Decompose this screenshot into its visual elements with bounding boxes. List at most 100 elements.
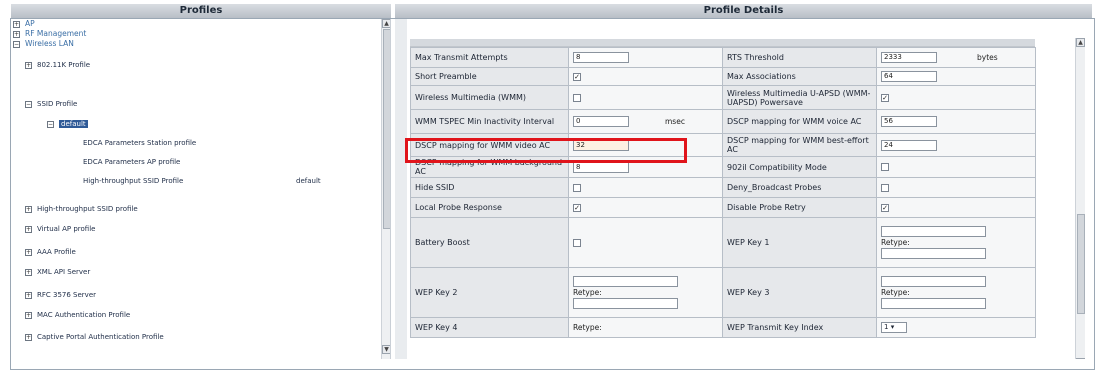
hide-ssid-label: Hide SSID (410, 177, 569, 198)
expand-icon[interactable]: + (25, 225, 32, 233)
tree-item-wireless-lan[interactable]: − Wireless LAN (13, 39, 74, 48)
expand-icon[interactable]: + (25, 205, 32, 213)
dscp-video-input[interactable]: 32 (573, 139, 629, 151)
wep-key-1-label: WEP Key 1 (722, 217, 877, 268)
compat-902il-checkbox[interactable] (881, 163, 889, 171)
tree-item-ht-ssid-profile[interactable]: + High-throughput SSID profile (25, 205, 138, 213)
tree-item-ssid-profile[interactable]: − SSID Profile (25, 100, 77, 108)
wep-key-2-retype-input[interactable] (573, 298, 678, 309)
expand-icon[interactable]: + (25, 61, 32, 69)
wmm-label: Wireless Multimedia (WMM) (410, 85, 569, 110)
tree-item-xml-api[interactable]: + XML API Server (25, 268, 90, 276)
compat-902il-label: 902il Compatibility Mode (722, 156, 877, 178)
dscp-video-label: DSCP mapping for WMM video AC (410, 133, 569, 157)
wmm-tspec-label: WMM TSPEC Min Inactivity Interval (410, 109, 569, 134)
wep-tx-index-value: 1 (884, 323, 889, 331)
tree-item-virtual-ap[interactable]: + Virtual AP profile (25, 225, 95, 233)
expand-icon[interactable]: + (13, 30, 20, 38)
rts-unit: bytes (977, 53, 998, 62)
wmm-uapsd-checkbox[interactable]: ✓ (881, 93, 889, 102)
details-scrollbar[interactable]: ▲ ▼ (1075, 38, 1085, 359)
wep-key-3-retype-label: Retype: (881, 288, 910, 297)
local-probe-checkbox[interactable]: ✓ (573, 203, 581, 212)
wep-key-3-retype-input[interactable] (881, 298, 986, 309)
wmm-tspec-input[interactable]: 0 (573, 116, 629, 127)
tree-label: Virtual AP profile (37, 225, 96, 233)
max-transmit-attempts-input[interactable]: 8 (573, 52, 629, 63)
details-gutter (395, 19, 407, 359)
wmm-checkbox[interactable] (573, 93, 581, 102)
tree-label-selected: default (59, 120, 88, 128)
tree-item-ap[interactable]: + AP (13, 19, 35, 28)
tree-item-edca-station[interactable]: EDCA Parameters Station profile (83, 139, 196, 147)
wep-key-1-retype-input[interactable] (881, 248, 986, 259)
deny-broadcast-checkbox[interactable] (881, 183, 889, 192)
tree-item-edca-ap[interactable]: EDCA Parameters AP profile (83, 158, 180, 166)
short-preamble-checkbox[interactable]: ✓ (573, 72, 581, 81)
tree-item-aaa[interactable]: + AAA Profile (25, 248, 76, 256)
tree-label: EDCA Parameters AP profile (83, 158, 181, 166)
profiles-scrollbar[interactable]: ▲ ▼ (381, 19, 390, 359)
details-table: Max Transmit Attempts 8 RTS Threshold 23… (410, 47, 1036, 338)
tree-item-ht-ssid-value: default (296, 177, 321, 185)
wep-tx-index-select[interactable]: 1 ▾ (881, 322, 907, 333)
profiles-tree: + AP + RF Management − Wireless LAN +802.11… (11, 19, 391, 359)
max-associations-input[interactable]: 64 (881, 71, 937, 82)
scroll-up-icon[interactable]: ▲ (382, 19, 390, 28)
tree-item-ht-ssid[interactable]: High-throughput SSID Profile (83, 177, 183, 185)
expand-icon[interactable]: + (25, 333, 32, 341)
tree-label: 802.11K Profile (37, 61, 91, 69)
disable-retry-checkbox[interactable]: ✓ (881, 203, 889, 212)
wep-key-2-retype-label: Retype: (573, 288, 602, 297)
collapse-icon[interactable]: − (13, 40, 20, 48)
wep-key-2-input[interactable] (573, 276, 678, 287)
tree-item-rf-management[interactable]: + RF Management (13, 29, 86, 38)
tree-label: High-throughput SSID Profile (83, 177, 184, 185)
expand-icon[interactable]: + (25, 311, 32, 319)
dscp-background-input[interactable]: 8 (573, 161, 629, 173)
scroll-down-icon[interactable]: ▼ (382, 345, 390, 354)
profile-details-pane: Max Transmit Attempts 8 RTS Threshold 23… (395, 19, 1092, 359)
battery-boost-checkbox[interactable] (573, 238, 581, 247)
tree-item-802-11k-profile[interactable]: +802.11K Profile (25, 61, 90, 69)
collapse-icon[interactable]: − (25, 100, 32, 108)
scroll-thumb[interactable] (1077, 214, 1085, 314)
dscp-voice-input[interactable]: 56 (881, 116, 937, 127)
scroll-down-icon[interactable]: ▼ (1076, 358, 1085, 359)
wep-key-1-retype-label: Retype: (881, 238, 910, 247)
tree-label: SSID Profile (37, 100, 78, 108)
wep-tx-index-label: WEP Transmit Key Index (722, 317, 877, 338)
dscp-voice-label: DSCP mapping for WMM voice AC (722, 109, 877, 134)
tree-item-mac-auth[interactable]: + MAC Authentication Profile (25, 311, 130, 319)
tree-label: AP (25, 19, 35, 28)
tree-item-default[interactable]: − default (47, 120, 88, 128)
tree-label: RFC 3576 Server (37, 291, 96, 299)
expand-icon[interactable]: + (13, 20, 20, 28)
wep-key-3-label: WEP Key 3 (722, 267, 877, 318)
collapse-icon[interactable]: − (47, 120, 54, 128)
hide-ssid-checkbox[interactable] (573, 183, 581, 192)
expand-icon[interactable]: + (25, 291, 32, 299)
profiles-header: Profiles (11, 4, 391, 18)
details-top-strip (410, 39, 1035, 47)
wep-key-4-retype-label: Retype: (573, 323, 602, 332)
rts-threshold-label: RTS Threshold (722, 47, 877, 68)
tree-label: Captive Portal Authentication Profile (37, 333, 164, 341)
dscp-best-effort-input[interactable]: 24 (881, 139, 937, 151)
expand-icon[interactable]: + (25, 248, 32, 256)
wep-key-4-label: WEP Key 4 (410, 317, 569, 338)
profile-details-header: Profile Details (395, 4, 1092, 18)
tree-label: RF Management (25, 29, 87, 38)
deny-broadcast-label: Deny_Broadcast Probes (722, 177, 877, 198)
wmm-uapsd-label: Wireless Multimedia U-APSD (WMM-UAPSD) P… (722, 85, 877, 110)
tree-item-captive-portal[interactable]: + Captive Portal Authentication Profile (25, 333, 164, 341)
scroll-up-icon[interactable]: ▲ (1076, 38, 1085, 47)
rts-threshold-input[interactable]: 2333 (881, 52, 937, 63)
short-preamble-label: Short Preamble (410, 67, 569, 86)
wep-key-3-input[interactable] (881, 276, 986, 287)
wep-key-1-input[interactable] (881, 226, 986, 237)
max-transmit-attempts-label: Max Transmit Attempts (410, 47, 569, 68)
tree-item-rfc3576[interactable]: + RFC 3576 Server (25, 291, 96, 299)
scroll-thumb[interactable] (383, 29, 390, 229)
expand-icon[interactable]: + (25, 268, 32, 276)
